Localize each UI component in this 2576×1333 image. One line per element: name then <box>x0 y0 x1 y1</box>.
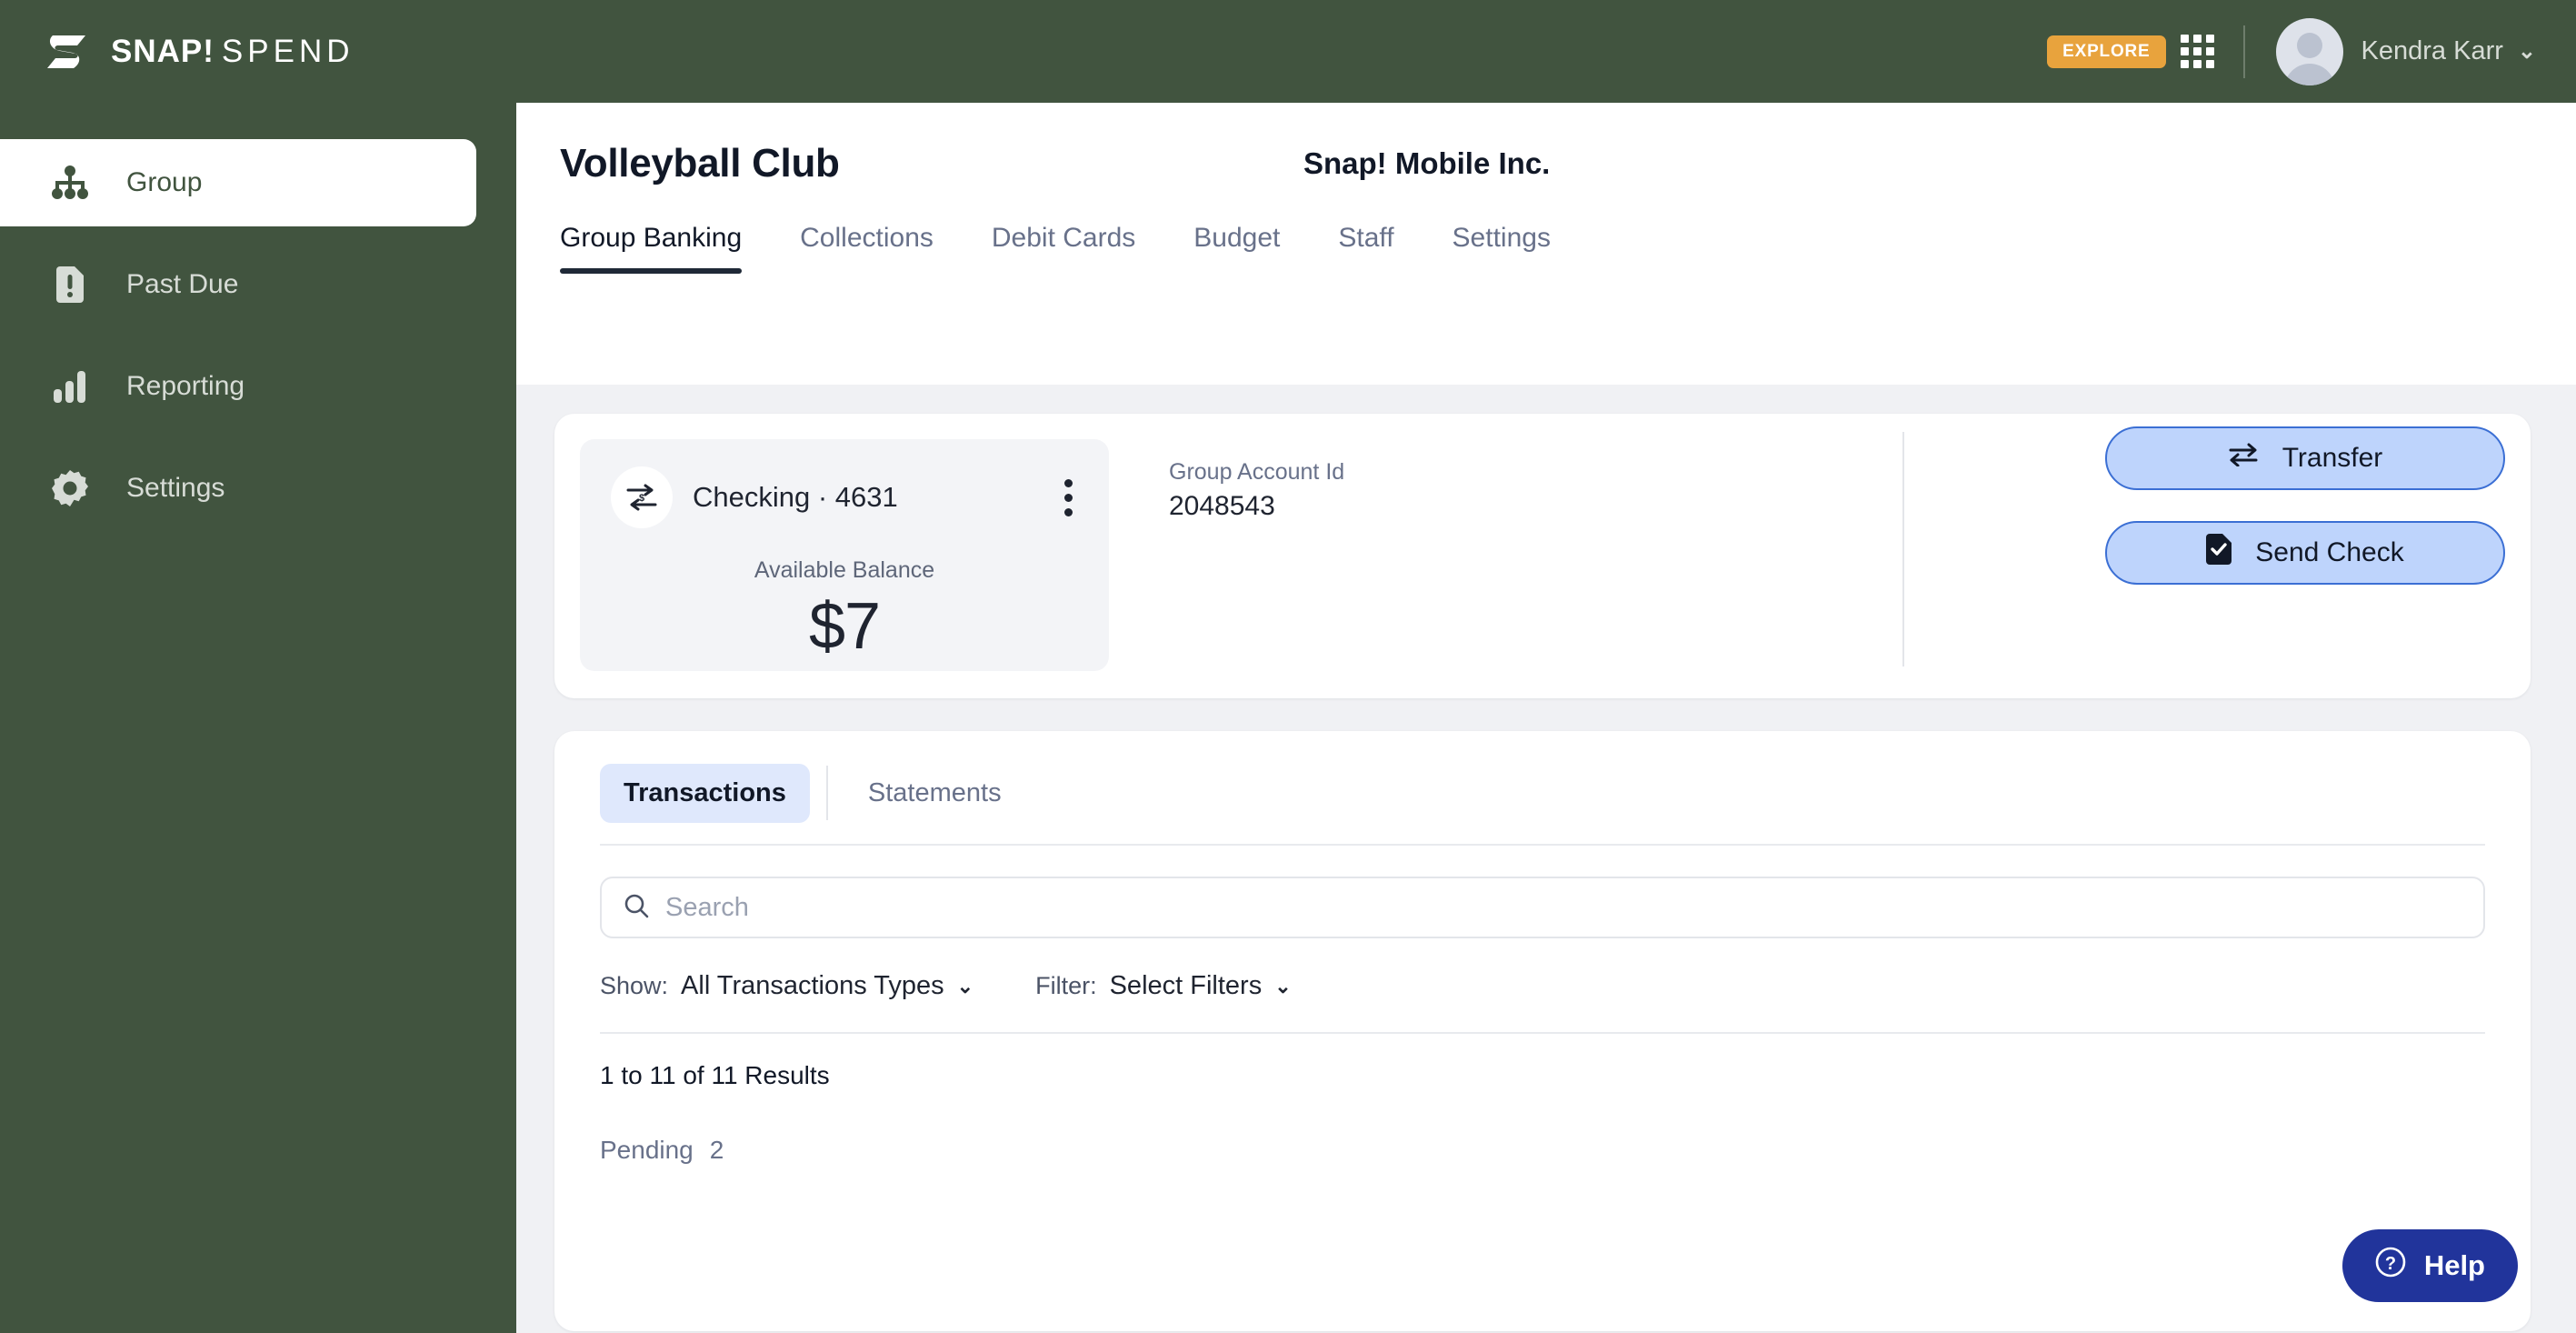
tab-budget[interactable]: Budget <box>1193 223 1280 274</box>
org-chart-icon <box>50 163 90 203</box>
show-label: Show: <box>600 972 669 999</box>
checking-balance-box[interactable]: $ Checking · 4631 Available Balance $7 <box>580 439 1109 671</box>
available-balance-amount: $7 <box>808 590 881 663</box>
help-button[interactable]: ? Help <box>2341 1229 2518 1302</box>
content-panel: Volleyball Club Snap! Mobile Inc. Group … <box>516 103 2576 1333</box>
group-account-id-label: Group Account Id <box>1169 459 1345 485</box>
account-name: Checking · 4631 <box>693 481 898 513</box>
page-title: Volleyball Club <box>560 141 840 185</box>
transactions-segment-row: Transactions Statements <box>600 760 2485 826</box>
svg-text:$: $ <box>639 493 644 504</box>
snap-s-logo-icon <box>47 35 85 68</box>
alert-document-icon <box>50 265 90 305</box>
sidebar-item-label: Past Due <box>126 269 239 299</box>
pending-count: 2 <box>709 1136 724 1164</box>
group-account-id-value: 2048543 <box>1169 491 1275 521</box>
chevron-down-icon[interactable]: ⌄ <box>2518 40 2536 63</box>
gear-icon <box>50 468 90 508</box>
question-circle-icon: ? <box>2375 1247 2406 1285</box>
available-balance-label: Available Balance <box>754 557 935 583</box>
transfer-arrows-icon <box>2228 443 2259 474</box>
filters-row: Show: All Transactions Types ⌄ Filter: S… <box>600 971 2485 1001</box>
transactions-card: Transactions Statements Show: All Transa… <box>554 731 2531 1331</box>
account-summary-card: $ Checking · 4631 Available Balance $7 G… <box>554 414 2531 698</box>
tab-staff[interactable]: Staff <box>1338 223 1393 274</box>
page-tabs: Group Banking Collections Debit Cards Bu… <box>560 223 2576 274</box>
sidebar-item-reporting[interactable]: Reporting <box>0 343 476 430</box>
sidebar-item-label: Group <box>126 167 203 197</box>
filter-label: Filter: <box>1035 972 1097 999</box>
account-actions: Transfer Send Check <box>2105 426 2505 616</box>
transfer-button-label: Transfer <box>2281 443 2383 473</box>
sidebar-item-settings[interactable]: Settings <box>0 445 476 532</box>
sidebar-item-group[interactable]: Group <box>0 139 476 226</box>
sidebar: Group Past Due Reporting Settings <box>0 103 516 1333</box>
show-dropdown[interactable]: All Transactions Types ⌄ <box>681 971 973 1001</box>
check-document-icon <box>2206 534 2232 572</box>
header-divider <box>2242 25 2245 78</box>
send-check-button-label: Send Check <box>2255 537 2404 567</box>
bar-chart-icon <box>50 366 90 406</box>
card-vertical-divider <box>1902 432 1904 666</box>
search-input[interactable] <box>665 892 2461 923</box>
search-icon <box>624 893 649 923</box>
filters-underline <box>600 1032 2485 1034</box>
organization-name: Snap! Mobile Inc. <box>1303 146 1551 180</box>
brand-name: SNAP! SPEND <box>111 33 354 69</box>
send-check-button[interactable]: Send Check <box>2105 521 2505 585</box>
avatar[interactable] <box>2275 17 2343 85</box>
filter-dropdown-value: Select Filters <box>1109 971 1263 1000</box>
search-bar[interactable] <box>600 877 2485 938</box>
pending-label: Pending <box>600 1136 694 1164</box>
sidebar-item-label: Settings <box>126 473 225 503</box>
tab-collections[interactable]: Collections <box>800 223 934 274</box>
help-button-label: Help <box>2423 1249 2485 1281</box>
segment-underline <box>600 844 2485 846</box>
segment-divider <box>825 766 828 820</box>
sidebar-item-past-due[interactable]: Past Due <box>0 241 476 328</box>
tab-debit-cards[interactable]: Debit Cards <box>992 223 1135 274</box>
more-vertical-icon[interactable] <box>1059 474 1078 522</box>
user-name[interactable]: Kendra Karr <box>2361 36 2503 66</box>
page-header: Volleyball Club Snap! Mobile Inc. Group … <box>516 103 2576 274</box>
explore-button[interactable]: EXPLORE <box>2047 35 2166 68</box>
group-account-id-block: Group Account Id 2048543 <box>1169 439 1344 673</box>
chevron-down-icon: ⌄ <box>956 974 974 997</box>
top-bar: SNAP! SPEND EXPLORE Kendra Karr ⌄ <box>0 0 2576 103</box>
transfer-dollar-icon: $ <box>611 466 673 528</box>
tab-settings[interactable]: Settings <box>1453 223 1551 274</box>
tab-group-banking[interactable]: Group Banking <box>560 223 743 274</box>
apps-grid-icon[interactable] <box>2180 35 2214 68</box>
account-header-row: $ Checking · 4631 <box>611 466 1078 528</box>
results-count: 1 to 11 of 11 Results <box>600 1061 830 1089</box>
transfer-button[interactable]: Transfer <box>2105 426 2505 490</box>
tab-statements[interactable]: Statements <box>844 764 1025 823</box>
sidebar-item-label: Reporting <box>126 371 245 401</box>
tab-transactions[interactable]: Transactions <box>600 763 810 823</box>
chevron-down-icon: ⌄ <box>1274 974 1292 997</box>
filter-dropdown[interactable]: Select Filters ⌄ <box>1110 971 1292 1001</box>
show-dropdown-value: All Transactions Types <box>681 971 944 1000</box>
pending-section-header: Pending 2 <box>600 1136 2485 1165</box>
brand-logo-group[interactable]: SNAP! SPEND <box>40 32 354 72</box>
page-body: $ Checking · 4631 Available Balance $7 G… <box>516 385 2576 1333</box>
svg-text:?: ? <box>2385 1254 2396 1274</box>
top-bar-right: EXPLORE Kendra Karr ⌄ <box>2047 17 2536 85</box>
